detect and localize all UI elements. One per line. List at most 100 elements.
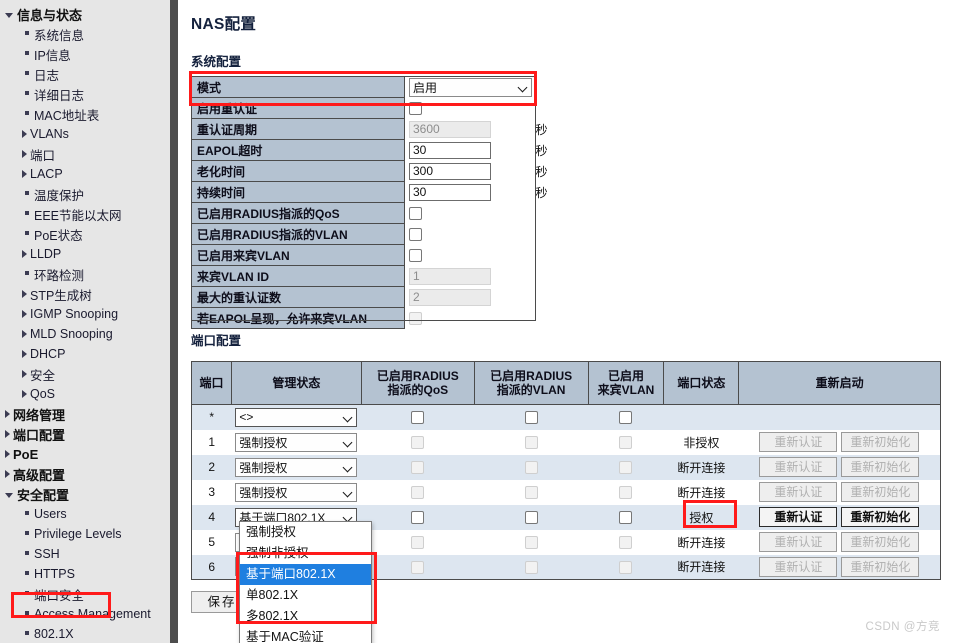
admin-state-select[interactable]: <> [235, 407, 358, 427]
admin-state-cell: <> [231, 404, 362, 430]
admin-state-select[interactable]: 强制授权 [235, 432, 358, 452]
caret-right-icon [22, 250, 27, 258]
reauthenticate-button: 重新认证 [759, 556, 838, 577]
sidebar-item-5[interactable]: MAC地址表 [0, 104, 170, 124]
guest-vlan-checkbox[interactable] [619, 411, 633, 425]
system-config-unit: 秒 [532, 160, 555, 182]
sidebar-item-13[interactable]: 环路检测 [0, 264, 170, 284]
sidebar-item-22[interactable]: PoE [0, 444, 170, 464]
sidebar-item-17[interactable]: DHCP [0, 344, 170, 364]
sidebar-item-9[interactable]: 温度保护 [0, 184, 170, 204]
system-config-table: 模式启用启用重认证重认证周期秒EAPOL超时秒老化时间秒持续时间秒已启用RADI… [191, 76, 555, 329]
caret-right-icon [22, 130, 27, 138]
sidebar-item-label: Access Management [34, 607, 151, 621]
sidebar-item-16[interactable]: MLD Snooping [0, 324, 170, 344]
admin-state-select-value: 强制授权 [239, 435, 288, 450]
sidebar-item-2[interactable]: IP信息 [0, 44, 170, 64]
guest-vlan-checkbox[interactable] [619, 511, 633, 525]
system-config-row: 最大的重认证数 [191, 286, 555, 308]
system-config-row: 老化时间 秒 [191, 160, 555, 182]
system-config-text-input[interactable] [409, 162, 491, 180]
sidebar-item-25[interactable]: Users [0, 504, 170, 524]
system-config-value-cell [404, 244, 533, 266]
sidebar-item-label: HTTPS [34, 567, 75, 581]
bullet-square-icon [25, 571, 29, 575]
sidebar-item-26[interactable]: Privilege Levels [0, 524, 170, 544]
sidebar-item-label: 网络管理 [13, 407, 66, 423]
reauthenticate-button[interactable]: 重新认证 [759, 507, 838, 527]
sidebar-item-0[interactable]: 信息与状态 [0, 4, 170, 24]
admin-state-select[interactable]: 强制授权 [235, 482, 358, 502]
system-config-text-input[interactable] [409, 141, 491, 159]
system-config-label: EAPOL超时 [191, 139, 405, 161]
system-config-text-input[interactable] [409, 183, 491, 201]
sidebar-item-10[interactable]: EEE节能以太网 [0, 204, 170, 224]
sidebar-item-15[interactable]: IGMP Snooping [0, 304, 170, 324]
sidebar-item-24[interactable]: 安全配置 [0, 484, 170, 504]
bullet-square-icon [25, 631, 29, 635]
header-port: 端口 [191, 361, 232, 405]
sidebar-item-6[interactable]: VLANs [0, 124, 170, 144]
sidebar-item-28[interactable]: HTTPS [0, 564, 170, 584]
sidebar-item-27[interactable]: SSH [0, 544, 170, 564]
system-config-unit [532, 223, 555, 245]
header-radius-qos: 已启用RADIUS 指派的QoS [360, 361, 475, 405]
system-config-row: 启用重认证 [191, 97, 555, 119]
caret-right-icon [22, 150, 27, 158]
system-config-label: 来宾VLAN ID [191, 265, 405, 287]
table-row: 1 强制授权 非授权 重新认证 重新初始化 [191, 429, 941, 455]
sidebar-item-19[interactable]: QoS [0, 384, 170, 404]
radius-qos-checkbox[interactable] [411, 511, 425, 525]
system-config-checkbox[interactable] [409, 102, 422, 116]
reinitialize-button[interactable]: 重新初始化 [841, 507, 920, 527]
bullet-square-icon [25, 211, 29, 215]
system-config-label: 启用重认证 [191, 97, 405, 119]
sidebar-item-7[interactable]: 端口 [0, 144, 170, 164]
system-config-checkbox[interactable] [409, 228, 422, 242]
sidebar-item-8[interactable]: LACP [0, 164, 170, 184]
dropdown-option[interactable]: 单802.1X [240, 585, 371, 606]
mode-select[interactable]: 启用 [409, 77, 532, 97]
dropdown-option[interactable]: 基于端口802.1X [240, 564, 371, 585]
sidebar-item-20[interactable]: 网络管理 [0, 404, 170, 424]
sidebar-item-21[interactable]: 端口配置 [0, 424, 170, 444]
radius-vlan-checkbox-cell [474, 504, 589, 530]
sidebar-item-18[interactable]: 安全 [0, 364, 170, 384]
dropdown-option[interactable]: 多802.1X [240, 606, 371, 627]
dropdown-option[interactable]: 强制授权 [240, 522, 371, 543]
restart-cell: 重新认证 重新初始化 [738, 479, 941, 505]
radius-vlan-checkbox-cell [474, 479, 589, 505]
system-config-label: 最大的重认证数 [191, 286, 405, 308]
chevron-down-icon [344, 438, 353, 447]
radius-qos-checkbox[interactable] [411, 411, 425, 425]
header-admin-state: 管理状态 [230, 361, 362, 405]
dropdown-option[interactable]: 基于MAC验证 [240, 627, 371, 643]
system-config-checkbox[interactable] [409, 207, 422, 221]
dropdown-option[interactable]: 强制非授权 [240, 543, 371, 564]
sidebar-item-1[interactable]: 系统信息 [0, 24, 170, 44]
sidebar-item-23[interactable]: 高级配置 [0, 464, 170, 484]
sidebar-item-4[interactable]: 详细日志 [0, 84, 170, 104]
sidebar-item-11[interactable]: PoE状态 [0, 224, 170, 244]
sidebar-item-29[interactable]: 端口安全 [0, 584, 170, 604]
system-config-checkbox[interactable] [409, 249, 422, 263]
port-state-cell: 授权 [663, 504, 739, 530]
sidebar-item-label: EEE节能以太网 [34, 208, 122, 223]
sidebar-item-14[interactable]: STP生成树 [0, 284, 170, 304]
sidebar-item-30[interactable]: Access Management [0, 604, 170, 624]
radius-qos-checkbox-cell [361, 404, 475, 430]
radius-vlan-checkbox[interactable] [524, 411, 538, 425]
sidebar-item-label: 安全 [30, 368, 56, 383]
bullet-square-icon [25, 511, 29, 515]
table-row: 3 强制授权 断开连接 重新认证 重新初始化 [191, 479, 941, 505]
port-number-cell: 6 [191, 554, 232, 580]
sidebar-item-3[interactable]: 日志 [0, 64, 170, 84]
system-config-label: 模式 [191, 76, 405, 98]
radius-vlan-checkbox[interactable] [524, 511, 538, 525]
caret-down-icon [5, 12, 13, 18]
radius-vlan-checkbox [524, 461, 538, 475]
admin-state-select[interactable]: 强制授权 [235, 457, 358, 477]
admin-state-dropdown-list[interactable]: 强制授权 强制非授权 基于端口802.1X 单802.1X 多802.1X 基于MAC验证 [239, 521, 372, 643]
sidebar-item-12[interactable]: LLDP [0, 244, 170, 264]
sidebar-item-31[interactable]: 802.1X [0, 624, 170, 643]
